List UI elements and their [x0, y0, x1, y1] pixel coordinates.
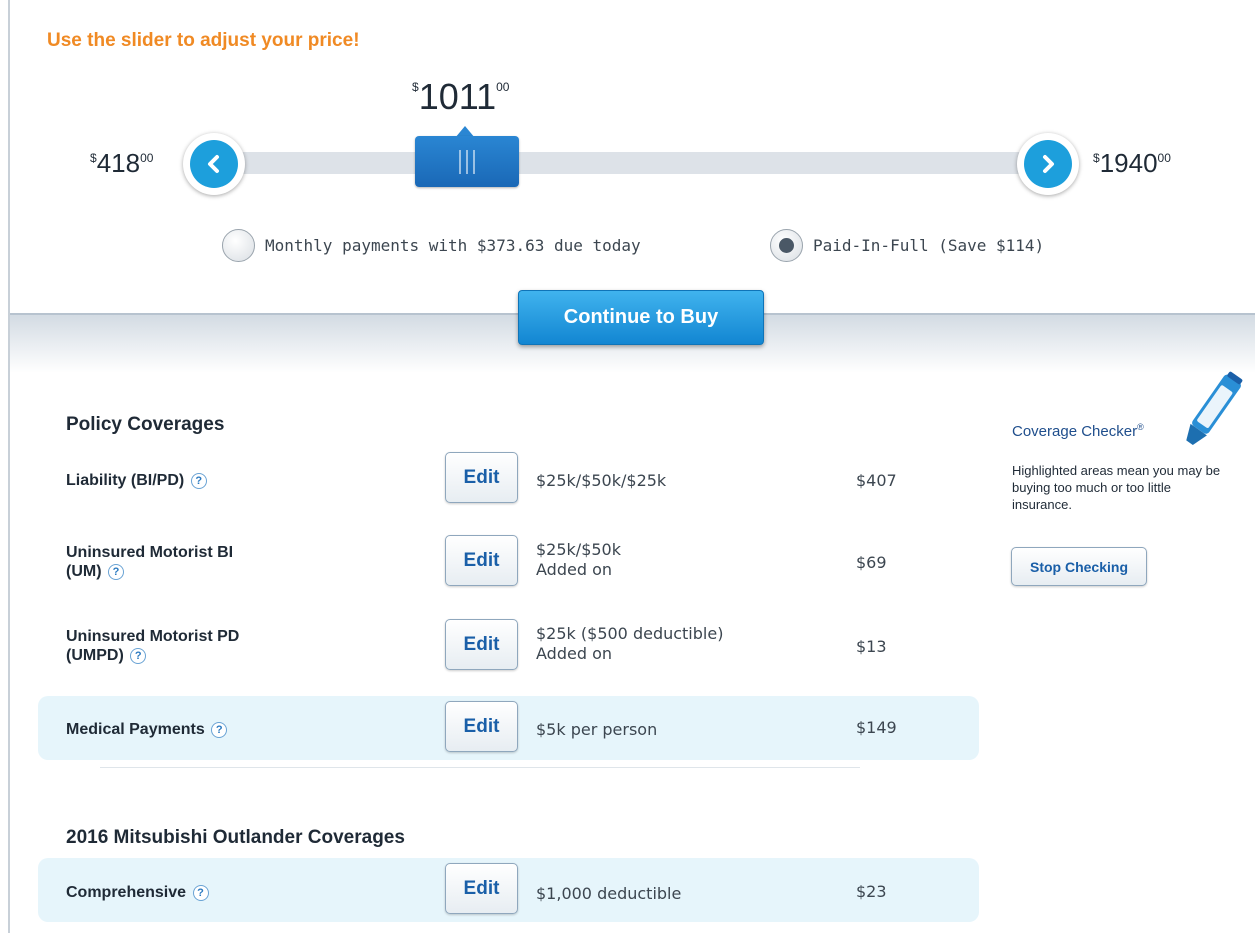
paid-in-full-label: Paid-In-Full (Save $114) [813, 236, 1045, 255]
coverage-price: $13 [856, 637, 887, 656]
price-slider-thumb[interactable] [415, 136, 519, 187]
current-price: $101100 [412, 76, 509, 118]
coverage-value-line2: Added on [536, 644, 612, 663]
coverage-row-uninsured-motorist-bi: Uninsured Motorist BI (UM) ? Edit $25k/$… [38, 530, 979, 594]
coverage-label: Uninsured Motorist PD (UMPD) ? [66, 627, 239, 665]
monthly-payment-label: Monthly payments with $373.63 due today [265, 236, 641, 255]
left-border [8, 0, 10, 933]
thumb-grip-line [466, 150, 468, 174]
coverage-price: $149 [856, 718, 897, 737]
help-icon[interactable]: ? [211, 721, 228, 738]
coverage-label-text: Liability (BI/PD) [66, 472, 185, 489]
min-price: $41800 [90, 148, 153, 179]
coverage-label: Uninsured Motorist BI (UM) ? [66, 543, 233, 581]
coverage-label-text: Uninsured Motorist PD [66, 628, 240, 645]
stop-checking-button[interactable]: Stop Checking [1011, 547, 1147, 586]
vehicle-coverages-title: 2016 Mitsubishi Outlander Coverages [66, 827, 405, 848]
coverage-label-text: Medical Payments [66, 721, 205, 738]
coverage-value-line1: $25k/$50k [536, 540, 621, 559]
coverage-checker-title: Coverage Checker® [1012, 422, 1144, 440]
coverage-checker-title-text: Coverage Checker [1012, 423, 1138, 440]
chevron-right-icon [1024, 140, 1072, 188]
current-price-dollars: 1011 [418, 76, 497, 117]
coverage-label-text: Uninsured Motorist BI [66, 544, 234, 561]
min-price-cents: 00 [140, 151, 154, 165]
coverage-row-medical-payments: Medical Payments ? Edit $5k per person $… [38, 696, 979, 760]
decrease-price-button[interactable] [183, 133, 245, 195]
price-slider-track[interactable] [215, 152, 1055, 174]
coverage-label: Liability (BI/PD) ? [66, 471, 207, 490]
coverage-value-line2: Added on [536, 560, 612, 579]
coverage-price: $69 [856, 553, 887, 572]
current-price-currency: $ [412, 80, 419, 94]
section-divider [100, 767, 860, 768]
coverage-label-text: Comprehensive [66, 884, 187, 901]
monthly-radio[interactable] [222, 229, 255, 262]
max-price-currency: $ [1093, 151, 1100, 165]
help-icon[interactable]: ? [192, 884, 209, 901]
coverage-label: Comprehensive ? [66, 883, 209, 902]
edit-liability-button[interactable]: Edit [445, 452, 518, 503]
coverage-value-line1: $25k ($500 deductible) [536, 624, 724, 643]
coverage-value: $25k ($500 deductible) Added on [536, 624, 723, 664]
edit-medical-payments-button[interactable]: Edit [445, 701, 518, 752]
paid-in-full-radio[interactable] [770, 229, 803, 262]
max-price-dollars: 1940 [1099, 148, 1158, 178]
max-price: $194000 [1093, 148, 1171, 179]
coverage-label-text-line2: (UMPD) [66, 647, 124, 664]
help-icon[interactable]: ? [130, 647, 147, 664]
coverage-row-uninsured-motorist-pd: Uninsured Motorist PD (UMPD) ? Edit $25k… [38, 614, 979, 678]
max-price-cents: 00 [1157, 151, 1171, 165]
coverage-price: $23 [856, 882, 887, 901]
chevron-left-icon [190, 140, 238, 188]
coverage-value: $5k per person [536, 720, 658, 739]
coverage-row-comprehensive: Comprehensive ? Edit $1,000 deductible $… [38, 858, 979, 922]
radio-selected-dot [779, 238, 794, 253]
min-price-currency: $ [90, 151, 97, 165]
slider-title: Use the slider to adjust your price! [47, 30, 360, 51]
increase-price-button[interactable] [1017, 133, 1079, 195]
monthly-payment-option[interactable]: Monthly payments with $373.63 due today [222, 229, 641, 262]
edit-uninsured-motorist-pd-button[interactable]: Edit [445, 619, 518, 670]
coverage-price: $407 [856, 471, 897, 490]
help-icon[interactable]: ? [108, 563, 124, 580]
help-icon[interactable]: ? [190, 472, 207, 489]
continue-to-buy-button[interactable]: Continue to Buy [518, 290, 764, 345]
edit-uninsured-motorist-bi-button[interactable]: Edit [445, 535, 518, 586]
registered-mark: ® [1137, 422, 1144, 432]
thumb-grip-line [473, 150, 475, 174]
coverage-label: Medical Payments ? [66, 720, 228, 739]
policy-coverages-title: Policy Coverages [66, 414, 225, 435]
thumb-grip-line [459, 150, 461, 174]
coverage-value: $1,000 deductible [536, 884, 682, 903]
min-price-dollars: 418 [96, 148, 141, 178]
edit-comprehensive-button[interactable]: Edit [445, 863, 518, 914]
coverage-checker-description: Highlighted areas mean you may be buying… [1012, 463, 1221, 512]
coverage-value: $25k/$50k/$25k [536, 471, 667, 490]
coverage-row-liability: Liability (BI/PD) ? Edit $25k/$50k/$25k … [38, 448, 979, 512]
coverage-label-text-line2: (UM) [66, 563, 102, 580]
current-price-cents: 00 [496, 80, 510, 94]
paid-in-full-option[interactable]: Paid-In-Full (Save $114) [770, 229, 1044, 262]
highlighter-marker-icon [1180, 365, 1255, 454]
coverage-value: $25k/$50k Added on [536, 540, 621, 580]
